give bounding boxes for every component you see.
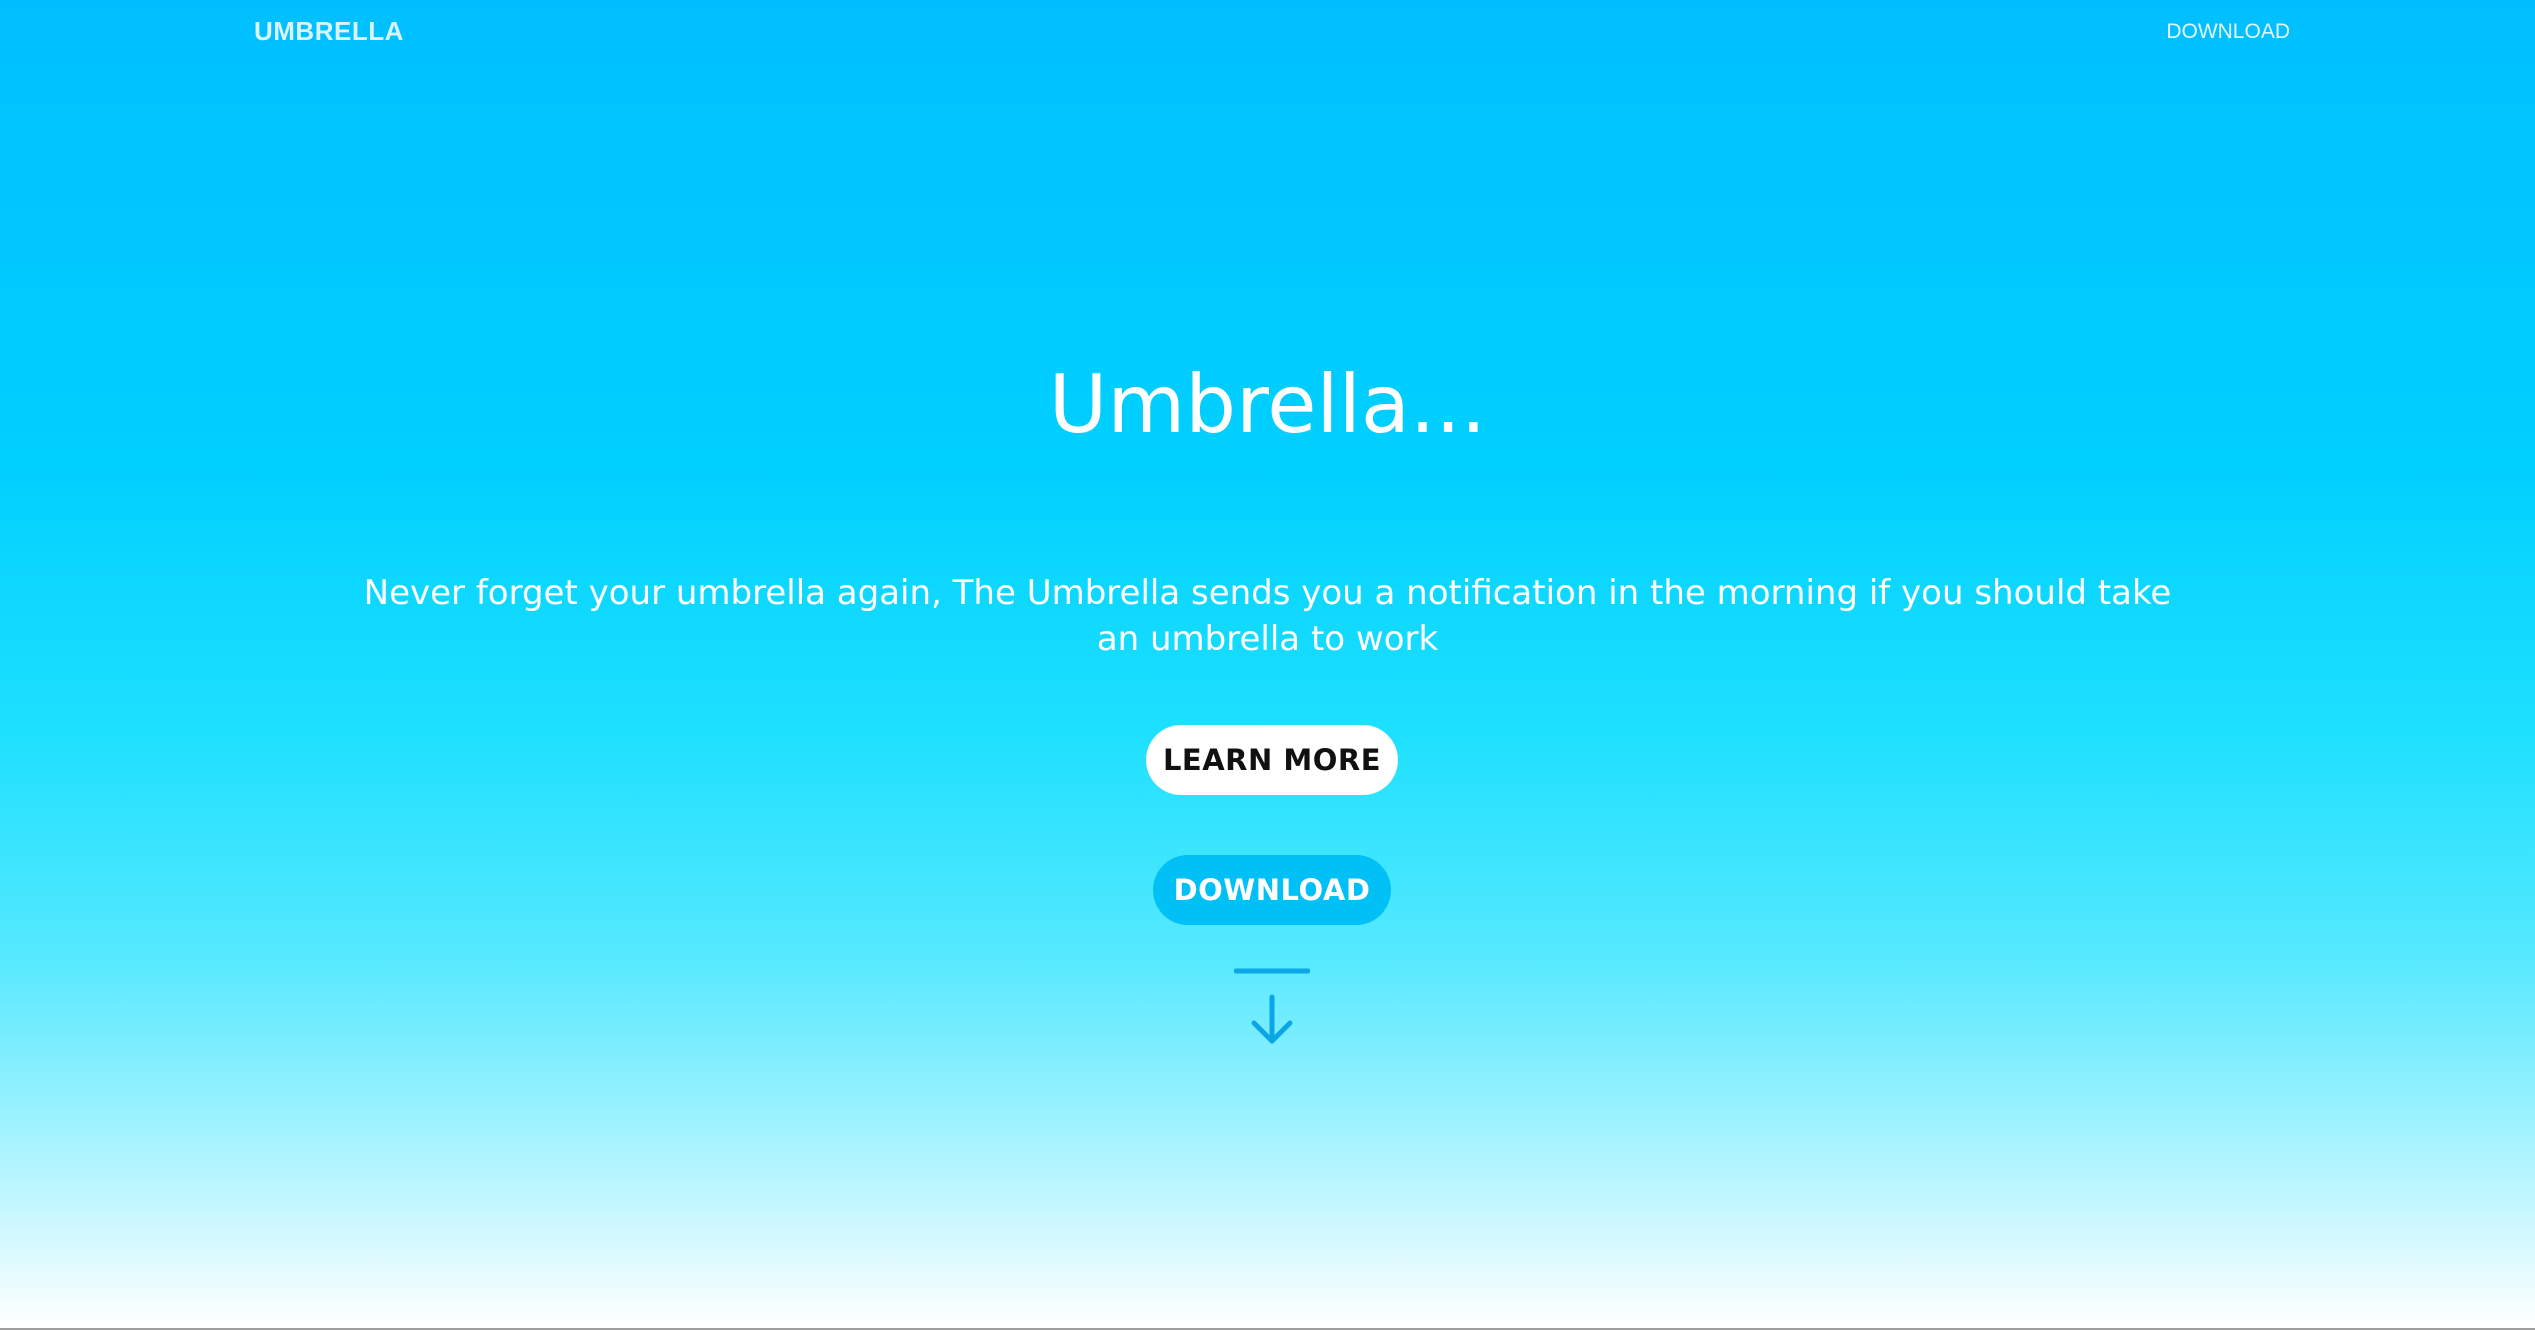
download-button[interactable]: DOWNLOAD [1153,855,1391,925]
nav-download-link[interactable]: DOWNLOAD [2166,20,2290,44]
hero-section: UMBRELLA DOWNLOAD Umbrella... Never forg… [0,0,2535,1328]
hero-tagline: Never forget your umbrella again, The Um… [363,573,2172,659]
page-title: Umbrella... [1048,358,1487,451]
brand-logo-link[interactable]: UMBRELLA [254,16,404,47]
arrow-down-to-line-icon[interactable] [1234,965,1310,1045]
learn-more-button[interactable]: LEARN MORE [1146,725,1398,795]
